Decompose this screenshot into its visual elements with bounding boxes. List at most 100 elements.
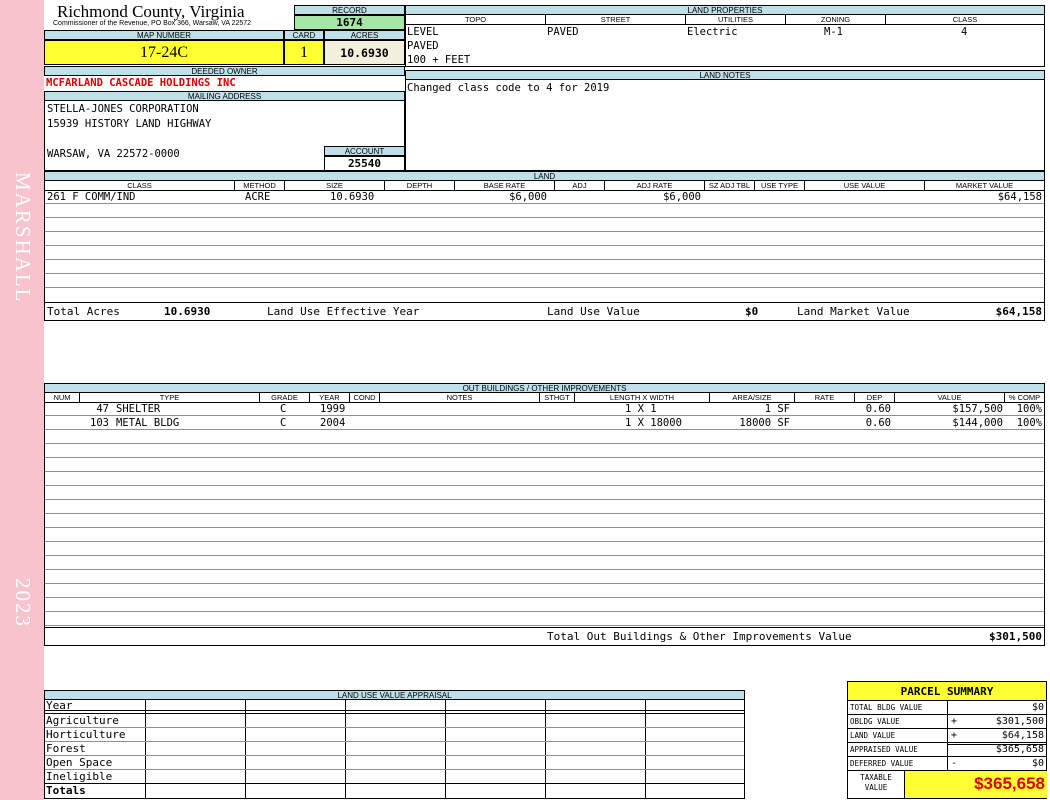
ps-appraised-value: $365,658 — [995, 744, 1044, 755]
ps-obldg-sign: + — [951, 716, 958, 727]
ob-row-dep: 0.60 — [865, 403, 891, 415]
account-label: ACCOUNT — [324, 146, 405, 156]
outbuildings-total-value: $301,500 — [989, 630, 1042, 643]
account-value: 25540 — [324, 156, 405, 171]
land-col-class: CLASS — [45, 181, 235, 190]
ob-col-value: VALUE — [895, 393, 1005, 402]
lua-row-horticulture: Horticulture — [46, 728, 126, 741]
total-acres-label: Total Acres — [47, 305, 120, 318]
outbuildings-total-row: Total Out Buildings & Other Improvements… — [44, 627, 1045, 646]
land-totals-row: Total Acres 10.6930 Land Use Effective Y… — [44, 302, 1045, 321]
table-row — [45, 529, 1044, 542]
lua-row-year: Year — [46, 699, 73, 712]
ob-row-type: SHELTER — [116, 403, 161, 415]
class-header: CLASS — [952, 15, 978, 24]
land-use-appraisal-label: LAND USE VALUE APPRAISAL — [44, 690, 745, 700]
land-use-value-label: Land Use Value — [547, 305, 640, 318]
ob-col-notes: NOTES — [380, 393, 540, 402]
county-subtitle: Commissioner of the Revenue, PO Box 366,… — [53, 20, 252, 27]
table-row — [45, 275, 1044, 288]
ob-row-type: METAL BLDG — [116, 417, 180, 429]
topo-header: TOPO — [406, 15, 546, 24]
street-header: STREET — [546, 15, 686, 24]
map-number-label: MAP NUMBER — [44, 30, 284, 40]
outbuildings-label: OUT BUILDINGS / OTHER IMPROVEMENTS — [44, 383, 1045, 393]
land-row-size: 10.6930 — [330, 191, 375, 203]
table-row — [45, 557, 1044, 570]
year-label: 2023 — [11, 578, 35, 628]
table-row — [45, 431, 1044, 444]
ps-land-value: $64,158 — [1001, 730, 1044, 741]
ob-row-num: 103 — [90, 417, 109, 429]
table-row — [45, 247, 1044, 260]
land-use-appraisal-table: Year Agriculture Horticulture Forest Ope… — [44, 699, 745, 799]
table-row — [45, 233, 1044, 246]
map-number-value: 17-24C — [44, 40, 284, 65]
table-row — [45, 613, 1044, 626]
ob-row-area-size: 1 SF — [764, 403, 790, 415]
acres-value: 10.6930 — [324, 40, 405, 65]
ps-taxable-value: $365,658 — [974, 774, 1045, 793]
table-row — [45, 585, 1044, 598]
topo-value-2: PAVED — [407, 40, 439, 52]
land-col-size: SIZE — [285, 181, 385, 190]
land-use-value: $0 — [745, 305, 759, 318]
outbuildings-rows: 47 SHELTER C 1999 1 X 1 1 SF 0.60 $157,5… — [44, 403, 1045, 627]
ps-obldg-value: $301,500 — [995, 716, 1044, 727]
ps-total-bldg-label: TOTAL BLDG VALUE — [850, 703, 923, 712]
table-row — [45, 445, 1044, 458]
ps-taxable-row: TAXABLE VALUE $365,658 — [847, 771, 1047, 799]
lua-row-agriculture: Agriculture — [46, 714, 119, 727]
lua-row-open-space: Open Space — [46, 756, 113, 769]
ob-col-pct-comp: % COMP — [1008, 393, 1041, 402]
lua-row-totals: Totals — [46, 784, 86, 797]
land-col-sz-adj-tbl: SZ ADJ TBL — [705, 181, 755, 190]
sidebar: MARSHALL 2023 — [0, 0, 44, 800]
ps-land-sign: + — [951, 730, 958, 741]
table-row — [45, 543, 1044, 556]
acres-label: ACRES — [324, 30, 405, 40]
table-row: 261 F COMM/IND ACRE 10.6930 $6,000 $6,00… — [45, 191, 1044, 204]
ps-deferred-value: $0 — [1031, 758, 1044, 769]
ob-col-cond: COND — [350, 393, 380, 402]
land-market-value: $64,158 — [995, 305, 1042, 318]
land-properties-body: LEVEL PAVED 100 + FEET PAVED Electric M-… — [405, 25, 1045, 67]
topo-value-3: 100 + FEET — [407, 54, 471, 66]
ob-col-length-width: LENGTH X WIDTH — [575, 393, 710, 402]
ob-col-rate: RATE — [795, 393, 855, 402]
land-properties-header-row: TOPO STREET UTILITIES ZONING CLASS — [405, 15, 1045, 25]
ob-row-length-width: 1 X 1 — [625, 403, 657, 415]
county-name: Richmond County, Virginia — [57, 2, 245, 21]
ps-total-bldg-value: $0 — [1031, 702, 1044, 713]
utilities-value: Electric — [687, 26, 738, 38]
ob-col-grade: GRADE — [260, 393, 310, 402]
land-row-market-value: $64,158 — [997, 191, 1042, 203]
table-row: 47 SHELTER C 1999 1 X 1 1 SF 0.60 $157,5… — [45, 403, 1044, 416]
land-col-use-value: USE VALUE — [805, 181, 925, 190]
utilities-header: UTILITIES — [686, 15, 786, 24]
ob-row-value: $144,000 — [952, 417, 1003, 429]
land-row-base-rate: $6,000 — [509, 191, 547, 203]
ob-col-dep: DEP — [855, 393, 895, 402]
land-market-value-label: Land Market Value — [797, 305, 910, 318]
land-properties-label: LAND PROPERTIES — [405, 5, 1045, 15]
ob-row-num: 47 — [96, 403, 109, 415]
ps-deferred-label: DEFERRED VALUE — [850, 759, 914, 768]
table-row — [45, 571, 1044, 584]
card-value: 1 — [284, 40, 324, 65]
ps-taxable-value-box: $365,658 — [904, 771, 1047, 798]
ob-row-grade: C — [280, 417, 287, 429]
ob-row-area-size: 18000 SF — [739, 417, 790, 429]
card-label: CARD — [284, 30, 324, 40]
record-value: 1674 — [294, 15, 405, 30]
ob-row-grade: C — [280, 403, 287, 415]
topo-value-1: LEVEL — [407, 26, 439, 38]
ps-land-label: LAND VALUE — [850, 731, 896, 740]
zoning-value: M-1 — [824, 26, 843, 38]
table-row — [45, 501, 1044, 514]
ps-deferred-sign: - — [951, 758, 958, 769]
land-col-base-rate: BASE RATE — [455, 181, 555, 190]
lua-row-ineligible: Ineligible — [46, 770, 113, 783]
district-label: MARSHALL — [11, 172, 35, 304]
table-row — [45, 261, 1044, 274]
